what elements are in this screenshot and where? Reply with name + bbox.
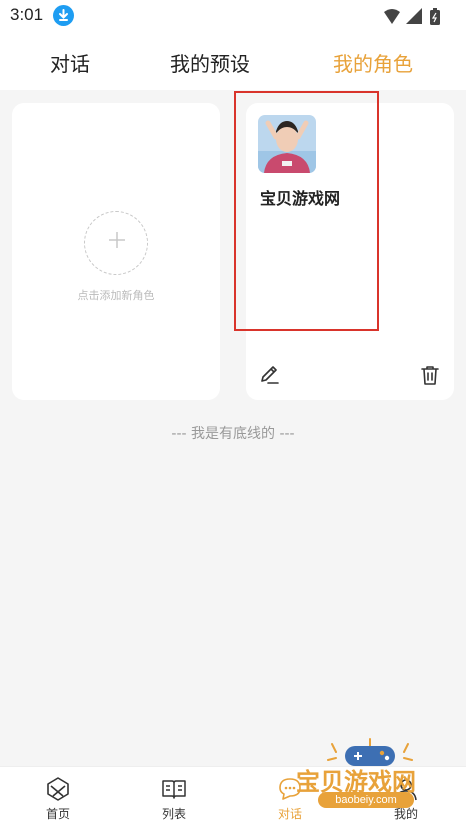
- end-of-list-text: --- 我是有底线的 ---: [171, 426, 295, 442]
- book-icon: [162, 780, 186, 799]
- battery-icon: [430, 8, 440, 25]
- top-tabs: 对话 我的预设 我的角色: [0, 32, 466, 90]
- tab-my-presets[interactable]: 我的预设: [170, 48, 250, 77]
- tab-my-roles[interactable]: 我的角色: [333, 48, 413, 77]
- status-bar: 3:01: [0, 0, 466, 32]
- add-role-label: 点击添加新角色: [77, 289, 155, 302]
- home-icon: [47, 777, 69, 801]
- status-time: 3:01: [10, 5, 44, 24]
- edit-icon: [261, 366, 279, 384]
- roles-content: 点击添加新角色 宝贝游戏网 --- 我是有底线的 ---: [0, 90, 466, 766]
- plus-icon: [109, 232, 125, 248]
- edit-role-button[interactable]: [258, 363, 282, 387]
- add-role-circle[interactable]: [84, 211, 148, 275]
- signal-icon: [406, 8, 422, 24]
- status-icons: [384, 6, 454, 26]
- nav-home-label: 首页: [45, 807, 70, 821]
- add-role-card[interactable]: 点击添加新角色: [12, 103, 220, 400]
- nav-list[interactable]: 列表: [116, 767, 232, 828]
- watermark: 宝贝游戏网 baobeiy.com: [290, 738, 450, 814]
- delete-role-button[interactable]: [418, 363, 442, 387]
- trash-icon: [421, 366, 439, 385]
- wifi-icon: [384, 9, 400, 24]
- highlight-box: [234, 91, 379, 331]
- download-icon: [53, 5, 74, 26]
- tab-chat[interactable]: 对话: [50, 48, 90, 77]
- watermark-url: baobeiy.com: [318, 792, 414, 808]
- nav-list-label: 列表: [161, 807, 186, 821]
- nav-home[interactable]: 首页: [0, 767, 116, 828]
